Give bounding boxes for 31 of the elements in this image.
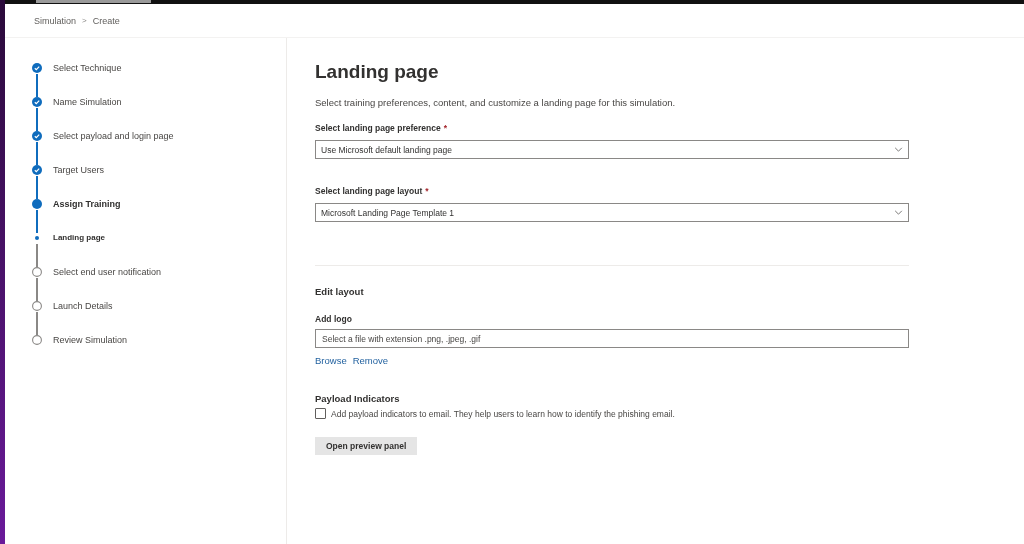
checkbox[interactable] xyxy=(315,408,326,419)
link[interactable]: Remove xyxy=(352,355,389,366)
step-label[interactable]: Launch Details xyxy=(53,301,113,335)
chevron-down-icon xyxy=(894,147,903,152)
checkbox-label[interactable]: Add payload indicators to email. They help users to learn how to identify the phishing email. xyxy=(331,408,675,419)
step-label[interactable]: Select Technique xyxy=(53,63,122,97)
field-label: Select landing page preference xyxy=(315,123,441,133)
page-title: Landing page xyxy=(315,60,440,84)
breadcrumb-item[interactable]: Create xyxy=(92,15,120,26)
field-label: Select landing page layout xyxy=(315,186,423,196)
link[interactable]: Browse xyxy=(315,355,347,366)
page-description: Select training preferences, content, and customize a landing page for this simulation. xyxy=(315,97,677,108)
step-label[interactable]: Select payload and login page xyxy=(53,131,174,165)
section-title: Payload Indicators xyxy=(315,393,401,404)
chevron-down-icon xyxy=(894,210,903,215)
step-label[interactable]: Target Users xyxy=(53,165,105,199)
step-label[interactable]: Landing page xyxy=(53,233,105,267)
field-label: Add logo xyxy=(315,314,353,324)
required-mark: * xyxy=(443,123,447,133)
section-title: Edit layout xyxy=(315,286,365,297)
step-label[interactable]: Assign Training xyxy=(53,199,121,233)
required-mark: * xyxy=(425,186,429,196)
step-label[interactable]: Select end user notification xyxy=(53,267,162,301)
dropdown[interactable]: Use Microsoft default landing page xyxy=(315,140,909,159)
file-input-field[interactable]: Select a file with extension .png, .jpeg, .gif xyxy=(315,329,909,348)
breadcrumb-separator: > xyxy=(82,16,87,25)
dropdown[interactable]: Microsoft Landing Page Template 1 xyxy=(315,203,909,222)
breadcrumb-item[interactable]: Simulation xyxy=(34,15,77,26)
preview-button[interactable]: Open preview panel xyxy=(315,437,418,455)
step-label[interactable]: Name Simulation xyxy=(53,97,122,131)
step-label[interactable]: Review Simulation xyxy=(53,335,128,369)
